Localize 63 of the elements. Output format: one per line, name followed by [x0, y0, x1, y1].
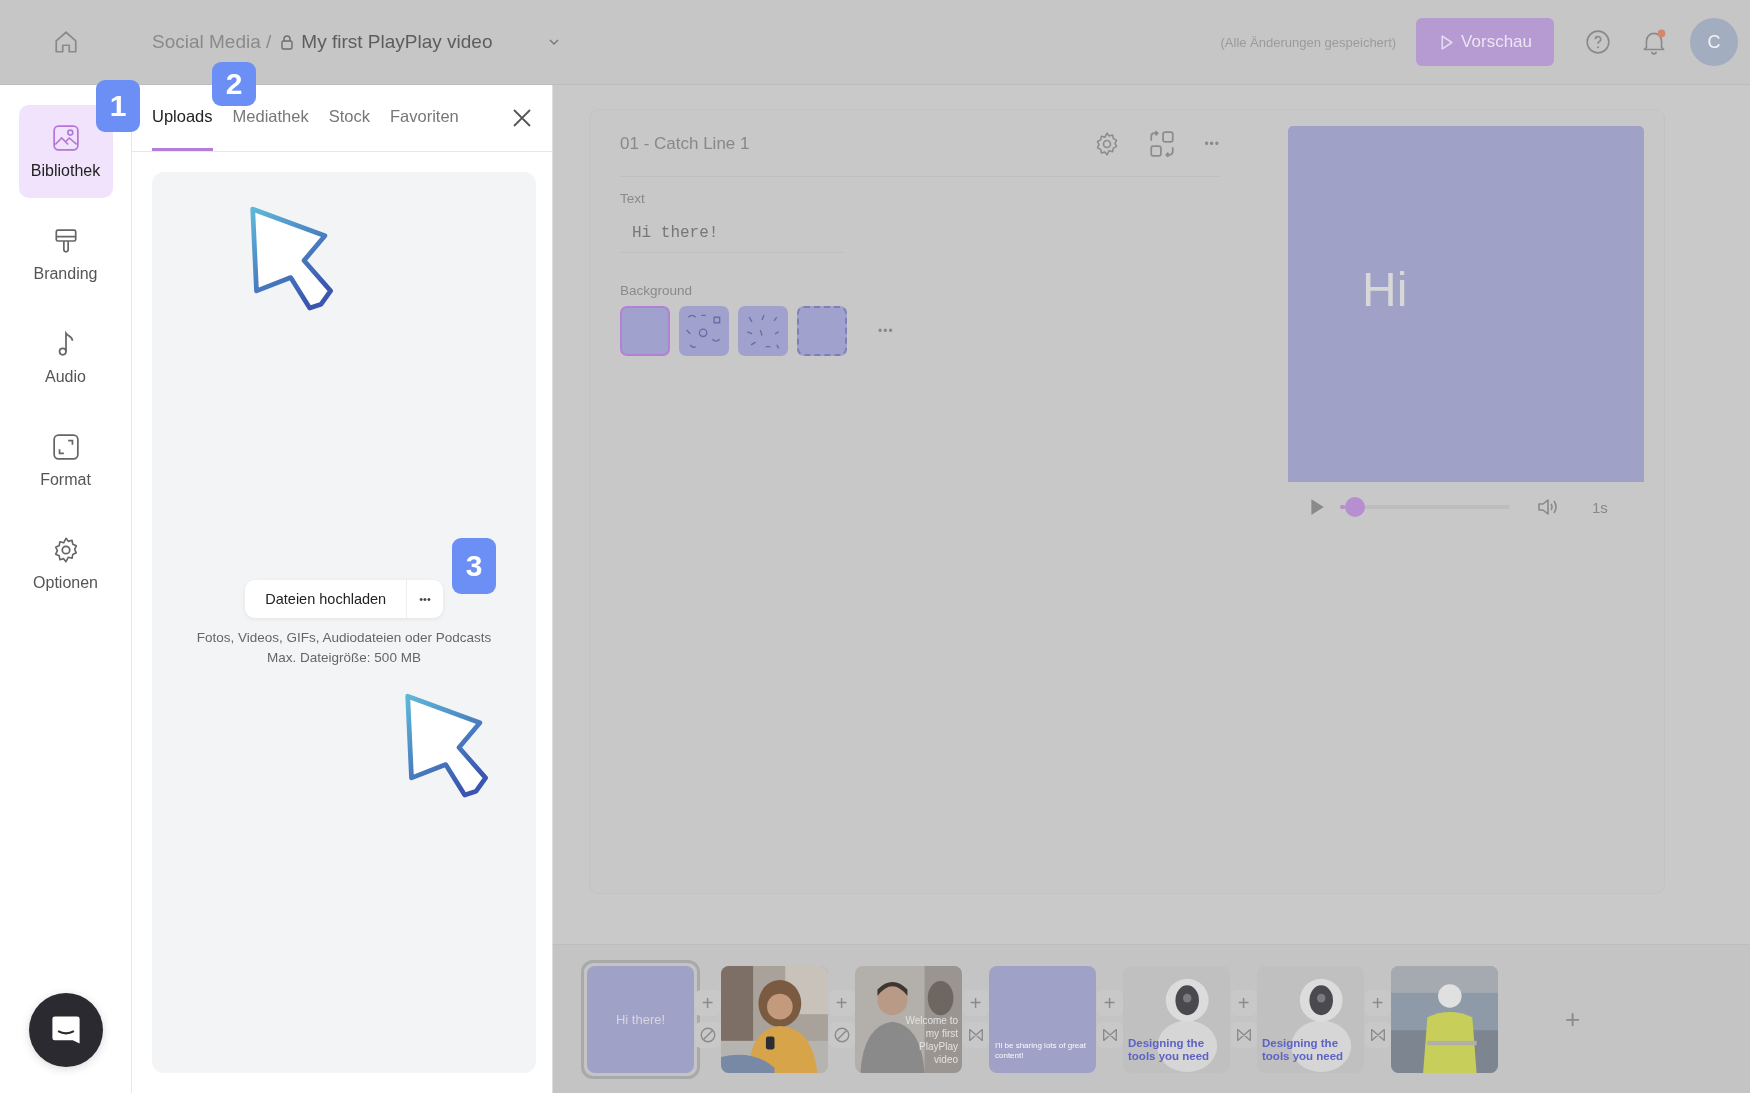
prohibited-icon: [698, 1026, 717, 1044]
step-badge: 2: [212, 62, 256, 106]
duration-label: 1s: [1592, 498, 1608, 516]
background-swatch[interactable]: [738, 306, 788, 356]
play-icon: [1438, 33, 1456, 51]
preview-text: Hi: [1362, 261, 1408, 317]
no-transition-button[interactable]: [694, 1022, 721, 1048]
help-icon[interactable]: [1585, 29, 1611, 55]
image-icon: [51, 123, 80, 152]
resize-icon: [51, 432, 80, 461]
panel-tab[interactable]: Stock: [328, 85, 370, 151]
upload-hint: Fotos, Videos, GIFs, Audiodateien oder Podcasts: [196, 629, 492, 647]
bowtie-icon: [1234, 1026, 1253, 1044]
bowtie-icon: [1368, 1026, 1387, 1044]
breadcrumb-link[interactable]: Social Media /: [152, 31, 272, 53]
step-badge: 3: [452, 538, 496, 594]
field-label: Text: [620, 191, 646, 206]
add-scene-button[interactable]: +: [1230, 990, 1257, 1016]
add-scene-button[interactable]: +: [1096, 990, 1123, 1016]
step-badge: 1: [96, 80, 140, 132]
playback-slider[interactable]: [1340, 497, 1510, 517]
scene-caption: Welcome to my first PlayPlay video: [904, 1013, 958, 1066]
video-title: My first PlayPlay video: [301, 31, 493, 53]
bowtie-icon: [1100, 1026, 1119, 1044]
play-icon[interactable]: [1308, 498, 1326, 516]
background-swatch[interactable]: [797, 306, 847, 356]
home-icon[interactable]: [53, 29, 79, 55]
user-avatar[interactable]: C: [1690, 18, 1738, 66]
nav-item[interactable]: Branding: [18, 208, 113, 301]
no-transition-button[interactable]: [828, 1022, 855, 1048]
bowtie-icon: [966, 1026, 985, 1044]
background-swatch[interactable]: [679, 306, 729, 356]
chat-button[interactable]: [28, 993, 103, 1067]
scene-caption: I'll be sharing lots of great content!: [995, 1040, 1087, 1061]
scene-caption: Designing the tools you need: [1128, 1036, 1211, 1063]
add-scene-button[interactable]: +: [1559, 1001, 1587, 1037]
field-label: Background: [620, 283, 694, 298]
transition-button[interactable]: [1364, 1022, 1391, 1048]
add-scene-button[interactable]: +: [828, 990, 855, 1016]
swap-layout-icon[interactable]: [1148, 130, 1177, 158]
nav-item[interactable]: Format: [18, 414, 113, 507]
prohibited-icon: [832, 1026, 851, 1044]
close-icon[interactable]: [512, 108, 532, 128]
add-scene-button[interactable]: +: [1364, 990, 1391, 1016]
more-icon[interactable]: •••: [1204, 137, 1220, 151]
transition-button[interactable]: [1230, 1022, 1257, 1048]
add-scene-button[interactable]: +: [694, 990, 721, 1016]
scene-caption: Designing the tools you need: [1262, 1036, 1345, 1063]
nav-item[interactable]: Audio: [18, 311, 113, 404]
add-scene-button[interactable]: +: [962, 990, 989, 1016]
upload-hint: Max. Dateigröße: 500 MB: [267, 649, 421, 667]
nav-item[interactable]: Optionen: [18, 517, 113, 610]
more-icon[interactable]: •••: [878, 324, 894, 338]
scene-title: 01 - Catch Line 1: [620, 134, 750, 154]
lock-icon: [279, 34, 296, 50]
preview-button[interactable]: Vorschau: [1416, 18, 1554, 66]
transition-button[interactable]: [962, 1022, 989, 1048]
background-swatch[interactable]: [620, 306, 670, 356]
panel-tab[interactable]: Favoriten: [389, 85, 459, 151]
transition-button[interactable]: [1096, 1022, 1123, 1048]
more-options-button[interactable]: •••: [407, 580, 443, 618]
text-input-field[interactable]: Hi there!: [620, 214, 844, 253]
upload-files-button[interactable]: Dateien hochladen: [245, 580, 408, 618]
